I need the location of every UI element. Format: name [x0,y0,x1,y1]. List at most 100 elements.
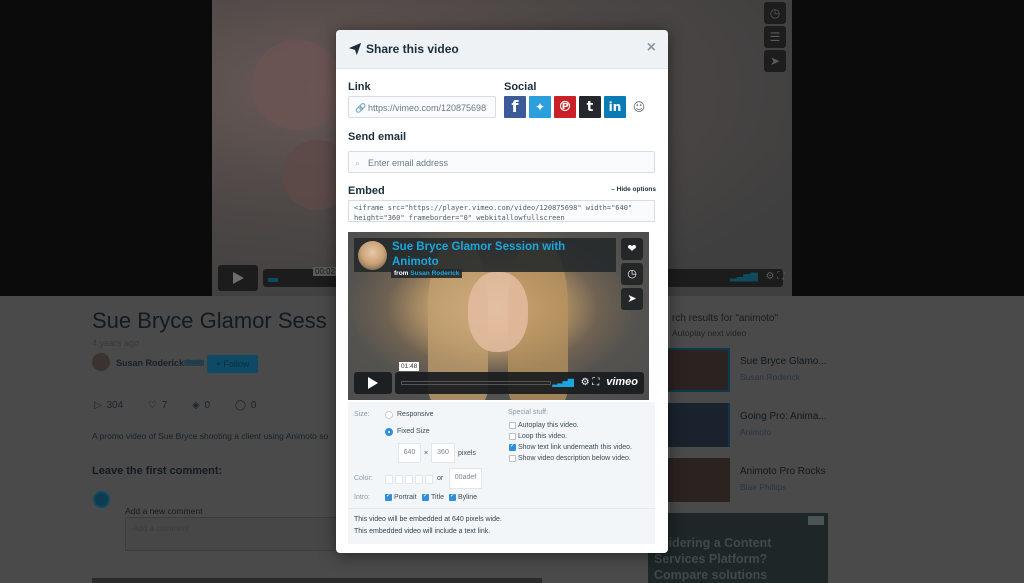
color-hex-input[interactable]: 00adef [449,468,482,489]
social-buttons: f ✦ ℗ t in ☺ [504,96,649,118]
facebook-icon[interactable]: f [504,96,526,118]
result-thumbnail[interactable] [666,348,730,392]
result-item[interactable]: Animoto Pro Rocks Blair Phillips [666,458,836,502]
preview-byline: from Susan Roderick [391,269,463,278]
color-swatch[interactable] [385,475,393,484]
volume-icon[interactable]: ▂▃▅▆ [730,271,758,282]
fixed-size-label[interactable]: Fixed Size [397,428,430,435]
autoplay-label[interactable]: Autoplay this video. [518,422,579,429]
result-author[interactable]: Blair Phillips [740,482,786,492]
send-icon: ➤ [621,288,643,310]
user-avatar [93,491,110,508]
link-field[interactable]: 🔗 https://vimeo.com/120875698 [348,96,496,118]
volume-icon: ▂▃▅▇ [552,378,574,387]
progress-fill [268,278,278,282]
byline-prefix: from [394,270,409,277]
email-placeholder: Enter email address [368,158,449,168]
result-thumbnail[interactable] [666,458,730,502]
background-time: 00:02 [313,267,338,276]
share-modal: Share this video × Link 🔗 https://vimeo.… [336,30,668,553]
preview-title: Sue Bryce Glamor Session with Animoto [392,241,566,268]
author-name[interactable]: Susan Roderick [116,358,184,368]
result-thumbnail[interactable] [666,403,730,447]
link-label: Link [348,81,371,93]
embed-code-field[interactable]: <iframe src="https://player.vimeo.com/vi… [348,200,655,222]
fixed-size-radio[interactable] [385,428,393,436]
color-swatch[interactable] [415,475,423,484]
pinterest-icon[interactable]: ℗ [554,96,576,118]
times-label: × [424,450,429,457]
title-label[interactable]: Title [431,494,444,501]
settings-icon[interactable]: ⚙ [766,271,775,282]
share-icon[interactable]: ➤ [764,50,786,72]
tumblr-icon[interactable]: t [579,96,601,118]
result-item[interactable]: Going Pro: Anima... Animoto [666,403,836,447]
byline-author: Susan Roderick [410,270,460,277]
text-link-label[interactable]: Show text link underneath this video. [518,444,632,451]
hide-options-link[interactable]: – Hide options [611,186,656,193]
loop-checkbox[interactable] [509,433,516,440]
linkedin-icon[interactable]: in [604,96,626,118]
send-icon [348,42,362,56]
result-title[interactable]: Animoto Pro Rocks [740,466,826,477]
color-swatch[interactable] [425,475,433,484]
autoplay-toggle[interactable]: Autoplay next video [672,328,746,338]
watch-later-icon[interactable]: ◷ [764,2,786,24]
link-icon: 🔗 [355,103,367,113]
description-checkbox[interactable] [509,455,516,462]
color-swatch[interactable] [395,475,403,484]
close-icon[interactable]: × [647,39,656,57]
add-comment-label: Add a new comment [125,506,203,516]
portrait-label[interactable]: Portrait [394,494,417,501]
preview-control-icons: ▂▃▅▇ ⚙ ⛶ vimeo [552,376,638,388]
responsive-label[interactable]: Responsive [397,411,434,418]
result-author[interactable]: Animoto [740,427,771,437]
preview-time: 01:48 [399,362,420,371]
modal-title: Share this video [366,42,459,56]
height-input[interactable]: 360 [431,443,455,463]
autoplay-checkbox[interactable] [509,422,516,429]
likes-stat[interactable]: ♡ 7 [148,400,177,411]
portrait-checkbox[interactable] [385,492,392,501]
color-label: Color: [354,475,373,482]
description-label[interactable]: Show video description below video. [518,455,631,462]
embed-note: This embedded video will include a text … [354,528,491,535]
author-avatar[interactable] [92,353,110,371]
pixels-label: pixels [458,450,476,457]
size-label: Size: [354,411,370,418]
result-item[interactable]: Sue Bryce Glamo... Susan Roderick [666,348,836,392]
twitter-icon[interactable]: ✦ [529,96,551,118]
collections-icon[interactable]: ☰ [764,26,786,48]
fullscreen-icon[interactable]: ⛶ [777,271,784,282]
title-checkbox[interactable] [422,492,429,501]
comments-stat[interactable]: ◯ 0 [235,400,267,411]
divider [348,508,655,509]
text-link-checkbox[interactable] [509,442,516,451]
ad-choices-icon[interactable] [808,516,824,525]
background-player-icons: ▂▃▅▆ ⚙ ⛶ [730,271,784,282]
search-results-heading: rch results for "animoto" [672,313,779,324]
reddit-icon[interactable]: ☺ [629,96,649,118]
search-icon: ⌕ [355,158,361,168]
result-author[interactable]: Susan Roderick [740,372,800,382]
preview-progress-bar: ▂▃▅▇ ⚙ ⛶ vimeo [395,372,644,394]
result-title[interactable]: Sue Bryce Glamo... [740,356,827,367]
heart-icon: ❤ [621,238,643,260]
advertisement[interactable]: nsidering a Content Services Platform? C… [648,513,828,583]
result-title[interactable]: Going Pro: Anima... [740,411,827,422]
background-play-button[interactable] [218,265,258,291]
video-description: A promo video of Sue Bryce shooting a cl… [92,431,329,441]
comment-input[interactable]: Add a comment [125,517,340,551]
follow-button[interactable]: + Follow [207,355,258,373]
color-swatch[interactable] [405,475,413,484]
byline-label[interactable]: Byline [458,494,477,501]
byline-checkbox[interactable] [449,492,456,501]
width-input[interactable]: 640 [398,443,421,463]
video-stats: ▷ 304 ♡ 7 ◈ 0 ◯ 0 [94,400,276,411]
email-field[interactable]: ⌕ Enter email address [348,151,655,173]
collections-stat[interactable]: ◈ 0 [192,400,220,411]
responsive-radio[interactable] [385,411,393,419]
loop-label[interactable]: Loop this video. [518,433,567,440]
intro-label: Intro: [354,494,370,501]
ad-line: Compare solutions [654,568,768,582]
